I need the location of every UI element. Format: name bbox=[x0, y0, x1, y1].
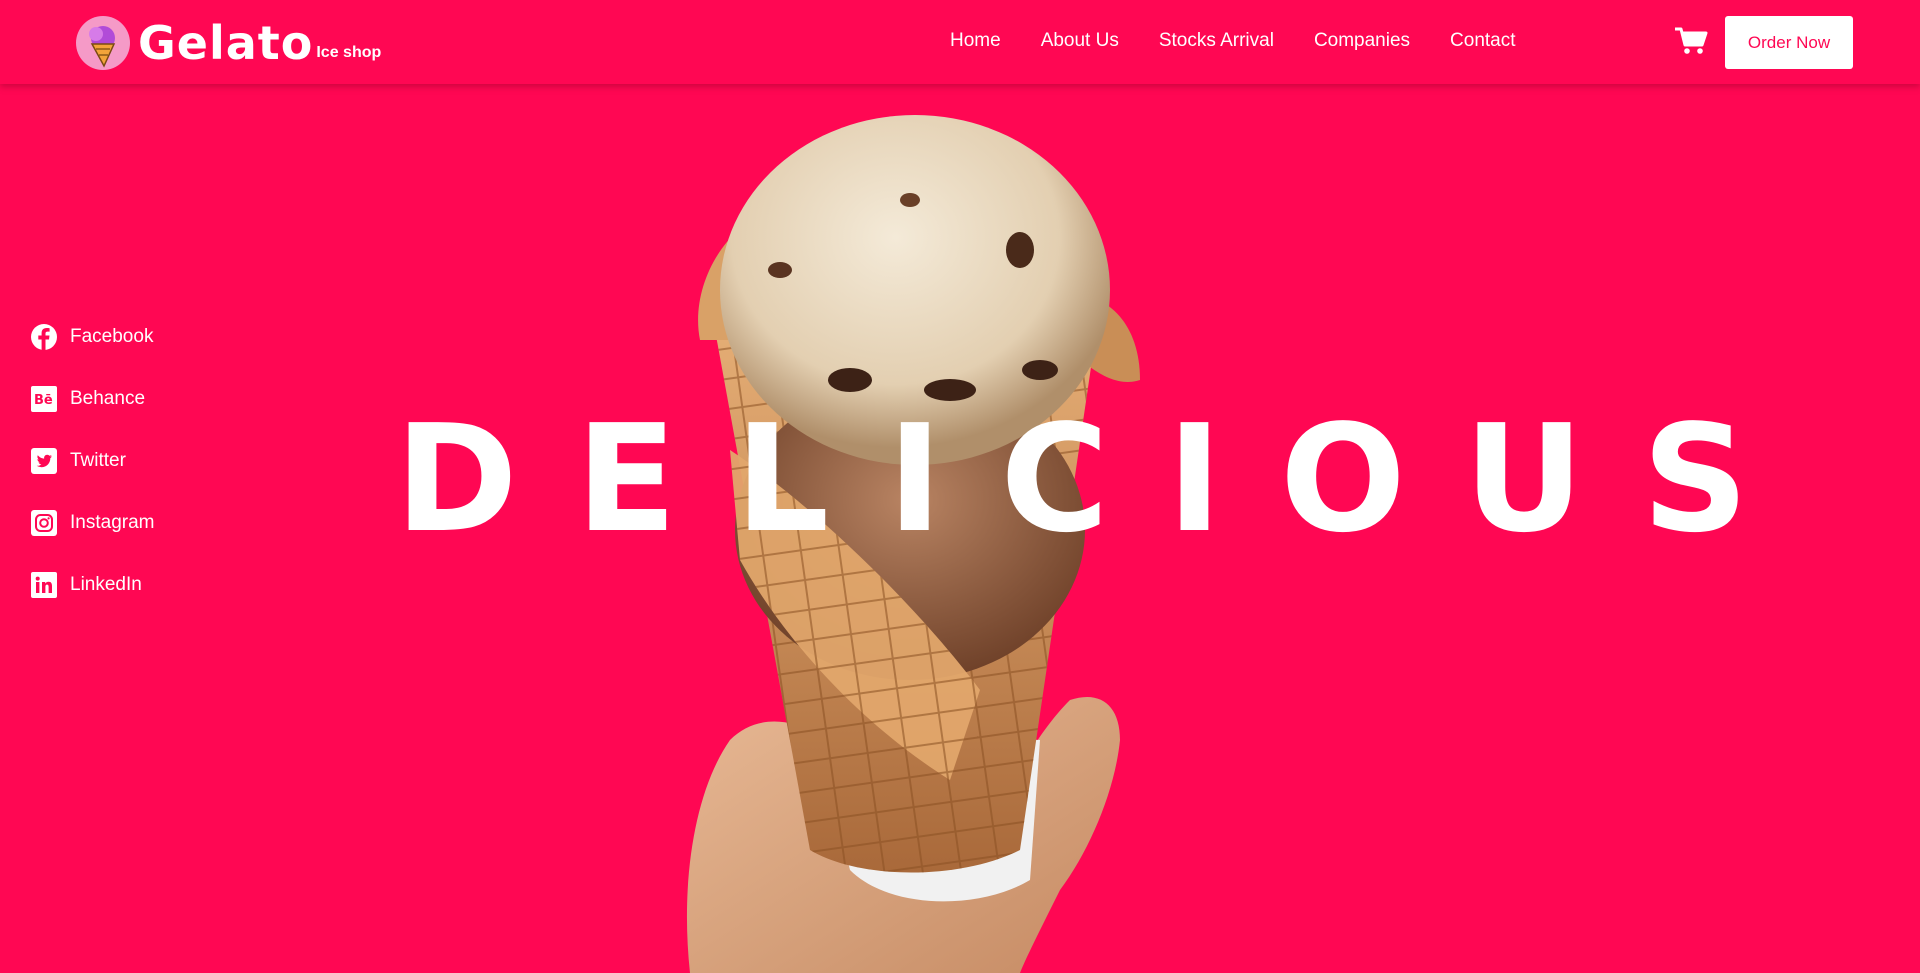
facebook-icon bbox=[30, 323, 58, 351]
nav-contact[interactable]: Contact bbox=[1450, 30, 1515, 52]
ice-cream-logo-icon bbox=[76, 16, 130, 70]
nav-companies[interactable]: Companies bbox=[1314, 30, 1410, 52]
social-behance[interactable]: Bē Behance bbox=[30, 384, 154, 414]
social-label: Behance bbox=[70, 388, 146, 409]
brand-logo[interactable]: Gelato Ice shop bbox=[76, 14, 381, 70]
social-label: LinkedIn bbox=[70, 574, 142, 595]
behance-icon: Bē bbox=[30, 385, 58, 413]
social-linkedin[interactable]: LinkedIn bbox=[30, 570, 154, 600]
social-twitter[interactable]: Twitter bbox=[30, 446, 154, 476]
social-label: Twitter bbox=[70, 450, 126, 471]
linkedin-icon bbox=[30, 571, 58, 599]
svg-text:Bē: Bē bbox=[34, 393, 53, 408]
social-facebook[interactable]: Facebook bbox=[30, 322, 154, 352]
twitter-icon bbox=[30, 447, 58, 475]
social-label: Facebook bbox=[70, 326, 154, 347]
social-instagram[interactable]: Instagram bbox=[30, 508, 154, 538]
social-label: Instagram bbox=[70, 512, 155, 533]
nav-about-us[interactable]: About Us bbox=[1041, 30, 1119, 52]
main-nav: Home About Us Stocks Arrival Companies C… bbox=[950, 30, 1556, 52]
brand-name: Gelato bbox=[138, 16, 314, 70]
order-now-button[interactable]: Order Now bbox=[1725, 16, 1853, 69]
nav-stocks-arrival[interactable]: Stocks Arrival bbox=[1159, 30, 1274, 52]
social-links: Facebook Bē Behance Twitter Instagram Li… bbox=[30, 322, 154, 632]
hero-title: DELICIOUS bbox=[395, 393, 1807, 565]
cart-icon[interactable] bbox=[1674, 26, 1708, 56]
brand-tagline: Ice shop bbox=[316, 44, 382, 61]
site-header: Gelato Ice shop Home About Us Stocks Arr… bbox=[0, 0, 1920, 84]
instagram-icon bbox=[30, 509, 58, 537]
nav-home[interactable]: Home bbox=[950, 30, 1001, 52]
